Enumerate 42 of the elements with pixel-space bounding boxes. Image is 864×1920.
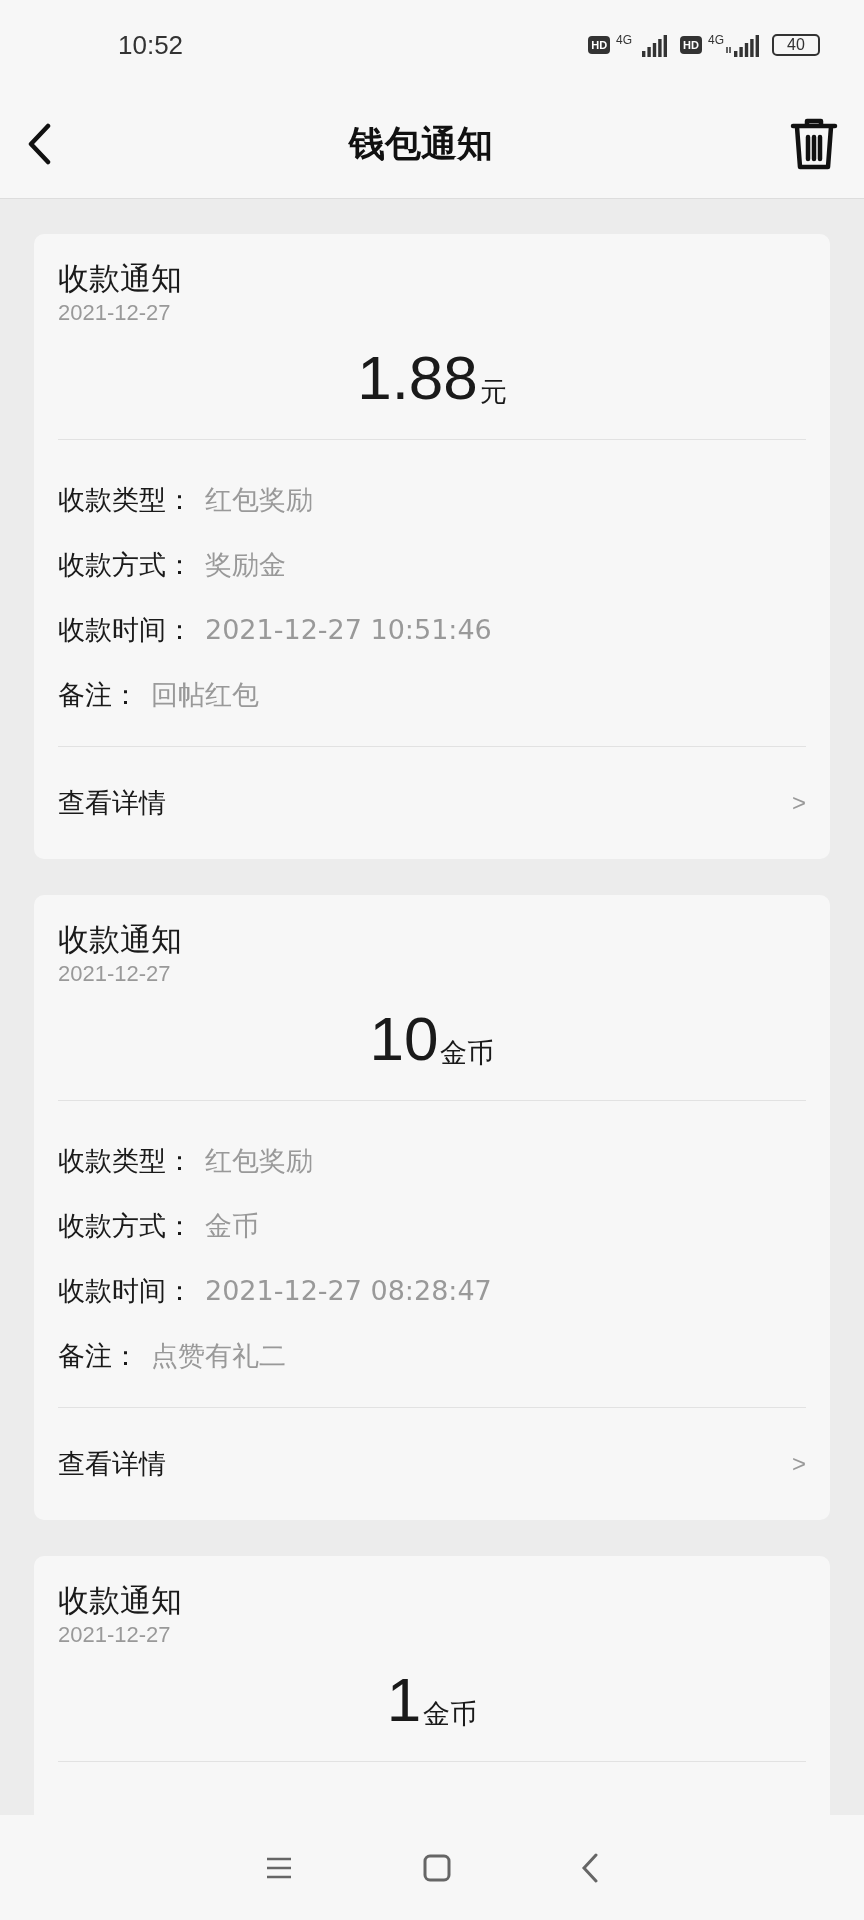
- home-icon[interactable]: [423, 1853, 451, 1882]
- field-label: 备注：: [58, 1339, 139, 1373]
- amount: 1: [386, 1664, 422, 1736]
- menu-icon[interactable]: [265, 1855, 293, 1880]
- amount-unit: 金币: [440, 1036, 495, 1070]
- amount: 10: [369, 1003, 439, 1075]
- battery-icon: 40: [772, 34, 820, 56]
- field-label: 收款方式：: [58, 1209, 193, 1243]
- field-value: 红包奖励: [205, 483, 313, 517]
- network-type: 4G: [616, 33, 633, 47]
- trash-icon[interactable]: [790, 117, 838, 171]
- amount-unit: 元: [479, 375, 507, 409]
- clock-time: 10:52: [118, 29, 184, 61]
- hd-badge: HD: [588, 36, 611, 54]
- field-value: 2021-12-27 08:28:47: [205, 1274, 492, 1308]
- details-link[interactable]: 查看详情 >: [58, 1408, 806, 1520]
- card-date: 2021-12-27: [58, 960, 172, 988]
- field-value: 奖励金: [205, 548, 286, 582]
- back-icon[interactable]: [26, 123, 52, 165]
- details-link[interactable]: 查看详情 >: [58, 747, 806, 859]
- field-label: 收款时间：: [58, 613, 193, 647]
- field-value: 红包奖励: [205, 1144, 313, 1178]
- field-value: 金币: [205, 1209, 259, 1243]
- hd-badge: HD: [680, 36, 702, 54]
- field-value: 2021-12-27 10:51:46: [205, 613, 492, 647]
- card-title: 收款通知: [58, 920, 183, 959]
- network-type: 4G: [708, 33, 724, 47]
- amount-unit: 金币: [423, 1697, 478, 1731]
- card-date: 2021-12-27: [58, 1621, 172, 1649]
- card-date: 2021-12-27: [58, 299, 172, 327]
- field-label: 收款类型：: [58, 1144, 193, 1178]
- signal-icon: [726, 33, 760, 57]
- amount: 1.88: [357, 342, 478, 414]
- card-title: 收款通知: [58, 259, 183, 298]
- field-label: 备注：: [58, 678, 139, 712]
- field-label: 收款方式：: [58, 548, 193, 582]
- page-title: 钱包通知: [349, 121, 493, 166]
- field-label: 收款类型：: [58, 483, 193, 517]
- field-label: 收款时间：: [58, 1274, 193, 1308]
- field-value: 回帖红包: [151, 678, 259, 712]
- field-value: 点赞有礼二: [151, 1339, 286, 1373]
- card-title: 收款通知: [58, 1581, 183, 1620]
